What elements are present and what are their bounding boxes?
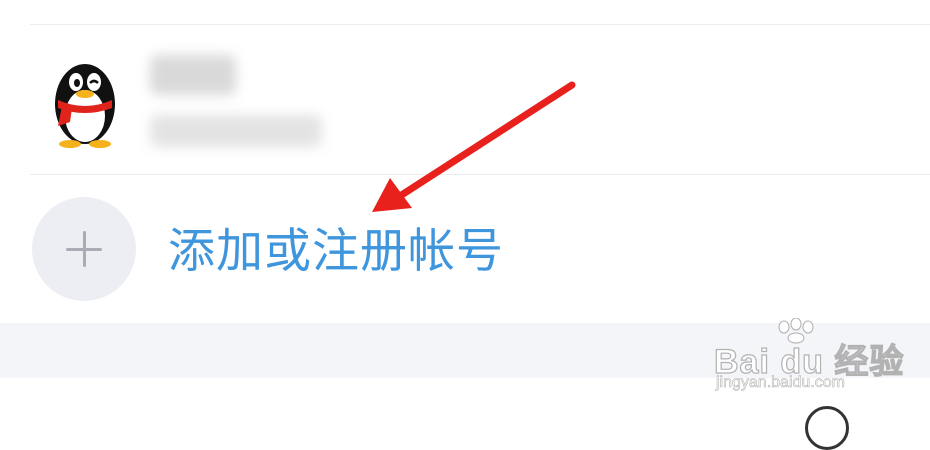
baidu-jingyan-watermark: Bai du 经验 jingyan.baidu.com [704,318,904,398]
plus-icon-vertical [83,231,86,267]
watermark-url: jingyan.baidu.com [716,374,846,392]
account-name-redacted [150,55,236,95]
partial-icon [805,406,849,450]
add-account-label[interactable]: 添加或注册帐号 [168,224,504,280]
add-account-button[interactable] [32,197,136,301]
account-id-redacted [150,115,322,147]
account-list-item[interactable] [0,25,930,174]
qq-penguin-icon [55,64,115,148]
